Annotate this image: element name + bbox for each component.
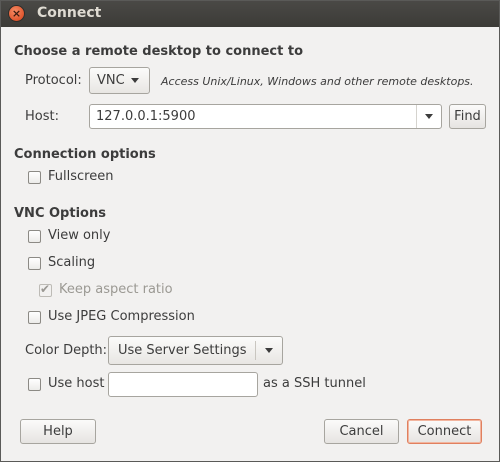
jpeg-compression-checkbox[interactable] <box>28 311 41 324</box>
fullscreen-checkbox[interactable] <box>28 171 41 184</box>
ssh-tunnel-label: as a SSH tunnel <box>263 376 366 391</box>
view-only-label: View only <box>48 228 111 243</box>
chevron-down-icon <box>131 78 139 83</box>
fullscreen-label: Fullscreen <box>48 169 114 184</box>
protocol-label: Protocol: <box>25 73 82 88</box>
color-depth-value: Use Server Settings <box>118 343 247 358</box>
find-button[interactable]: Find <box>449 104 486 129</box>
keep-aspect-ratio-label: Keep aspect ratio <box>59 282 173 297</box>
chevron-down-icon <box>425 114 433 119</box>
chevron-down-icon <box>265 348 273 353</box>
use-host-checkbox[interactable] <box>28 378 41 391</box>
connect-dialog: × Connect Choose a remote desktop to con… <box>0 0 500 462</box>
host-dropdown-button[interactable] <box>417 114 441 119</box>
cancel-button[interactable]: Cancel <box>324 419 399 444</box>
protocol-select[interactable]: VNC <box>89 67 150 94</box>
window-title: Connect <box>37 5 102 21</box>
host-combo-entry[interactable]: 127.0.0.1:5900 <box>89 104 442 129</box>
scaling-label: Scaling <box>48 255 96 270</box>
host-label: Host: <box>25 109 59 124</box>
vnc-options-heading: VNC Options <box>14 206 106 221</box>
connect-button[interactable]: Connect <box>407 419 482 444</box>
host-input[interactable]: 127.0.0.1:5900 <box>96 109 416 124</box>
help-button[interactable]: Help <box>20 419 96 444</box>
ssh-host-input[interactable] <box>108 372 258 397</box>
use-host-label: Use host <box>48 376 105 391</box>
connection-options-heading: Connection options <box>14 147 156 162</box>
title-bar: × Connect <box>1 1 499 27</box>
color-depth-label: Color Depth: <box>25 343 108 358</box>
protocol-value: VNC <box>97 73 125 88</box>
close-icon[interactable]: × <box>9 6 24 21</box>
view-only-checkbox[interactable] <box>28 230 41 243</box>
keep-aspect-ratio-checkbox[interactable]: ✔ <box>39 282 52 297</box>
protocol-description: Access Unix/Linux, Windows and other rem… <box>161 75 474 88</box>
jpeg-compression-label: Use JPEG Compression <box>48 309 195 324</box>
scaling-checkbox[interactable] <box>28 257 41 270</box>
remote-desktop-heading: Choose a remote desktop to connect to <box>14 44 304 59</box>
checkmark-icon: ✔ <box>40 282 51 296</box>
color-depth-select[interactable]: Use Server Settings <box>108 336 283 365</box>
